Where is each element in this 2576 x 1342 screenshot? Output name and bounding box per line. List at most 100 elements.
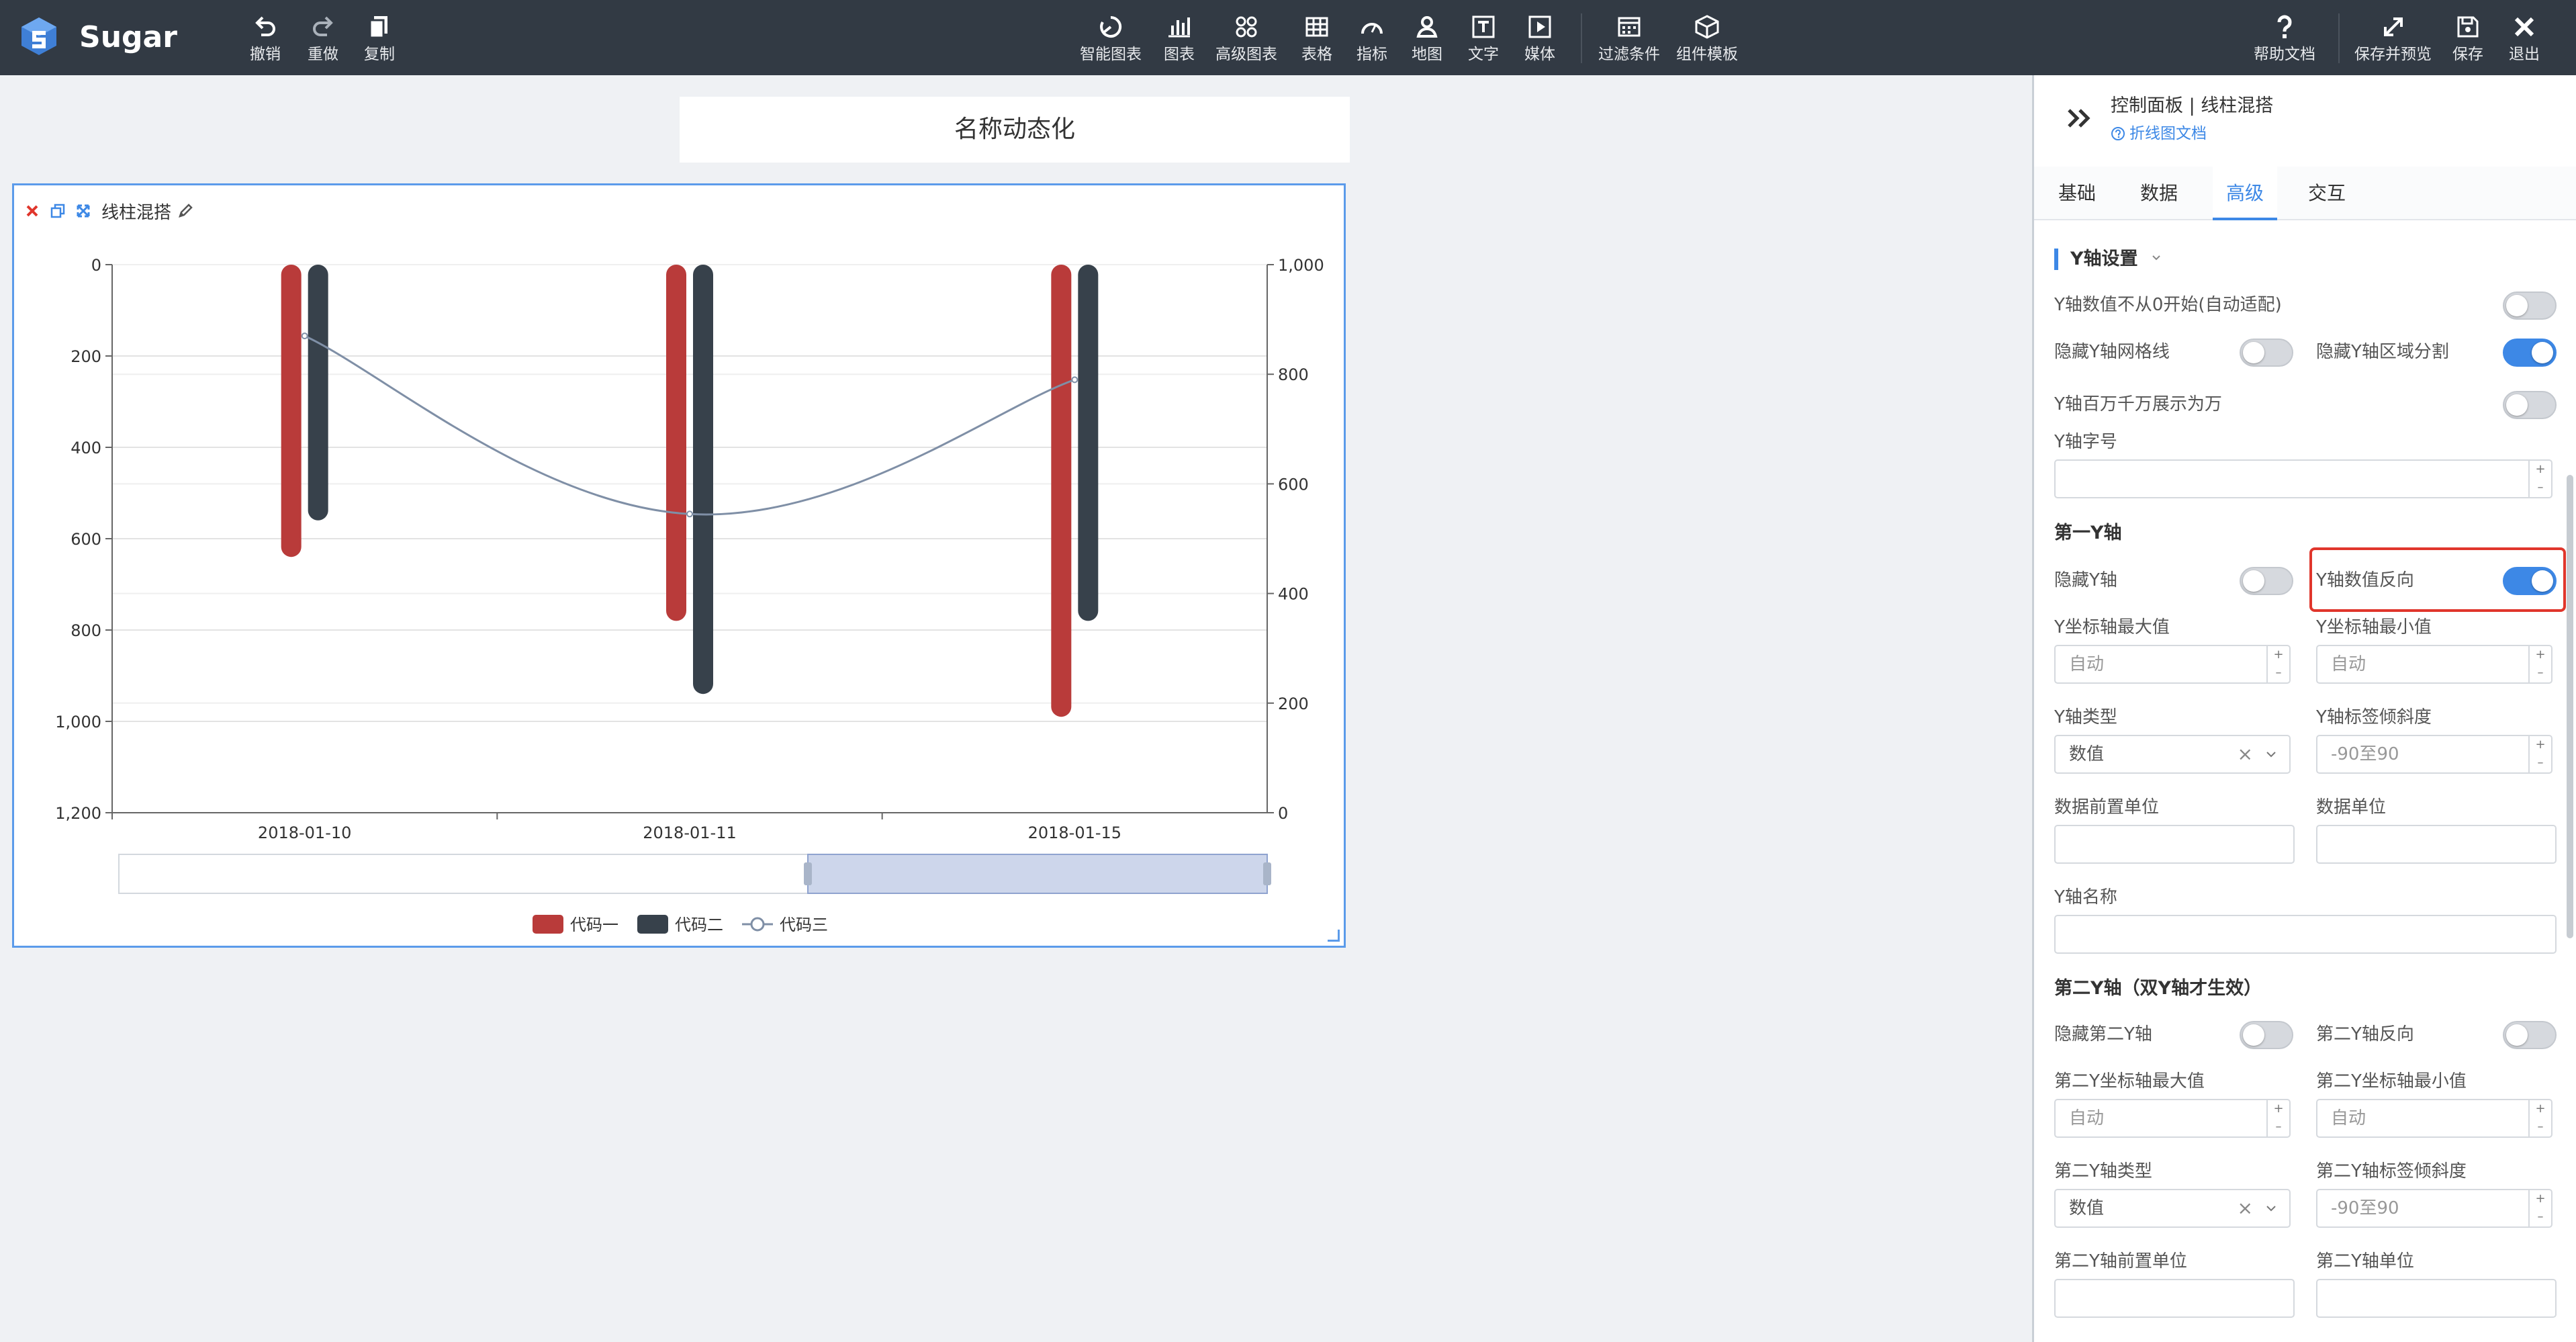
media-icon	[1528, 15, 1551, 38]
control-panel: 控制面板 | 线柱混搭 折线图文档 基础 数据 高级 交互 Y轴设置 Y轴数值不…	[2032, 75, 2576, 1342]
y2-min-input[interactable]: 自动 + –	[2316, 1099, 2552, 1138]
doc-link[interactable]: 折线图文档	[2111, 122, 2207, 145]
advanced-chart-icon	[1236, 16, 1257, 38]
y2-max-input[interactable]: 自动 + –	[2054, 1099, 2291, 1138]
y2-max-stepper[interactable]: + –	[2266, 1100, 2289, 1136]
y-left-tick-label: 400	[71, 439, 101, 457]
legend-swatch	[750, 917, 765, 932]
y2-prefix-input[interactable]	[2054, 1279, 2295, 1318]
y-font-input[interactable]: + –	[2054, 459, 2552, 498]
map-pin-icon	[1416, 16, 1438, 38]
panel-scrollbar[interactable]	[2567, 475, 2573, 938]
y-left-tick-label: 200	[71, 347, 101, 366]
hide-y-split-toggle[interactable]	[2503, 339, 2557, 367]
data-unit-input[interactable]	[2316, 825, 2557, 864]
smart-chart-button[interactable]: 智能图表	[1080, 12, 1142, 64]
y-max-input[interactable]: 自动 + –	[2054, 645, 2291, 684]
redo-button[interactable]: 重做	[308, 12, 338, 64]
y-right-tick-label: 600	[1278, 475, 1309, 494]
help-doc-button[interactable]: 帮助文档	[2254, 12, 2315, 64]
exit-button[interactable]: 退出	[2509, 12, 2540, 64]
y2-tilt-input[interactable]: -90至90 + –	[2316, 1189, 2552, 1228]
dashboard-title[interactable]: 名称动态化	[680, 97, 1350, 163]
y-name-input[interactable]	[2054, 915, 2557, 954]
y2-unit-input[interactable]	[2316, 1279, 2557, 1318]
text-button[interactable]: 文字	[1468, 12, 1499, 64]
undo-button[interactable]: 撤销	[250, 12, 281, 64]
y-right-tick-label: 0	[1278, 804, 1288, 823]
y-left-tick-label: 800	[71, 621, 101, 640]
hide-y-grid-toggle[interactable]	[2240, 339, 2293, 367]
edit-name-icon[interactable]	[175, 201, 195, 221]
y-min-input[interactable]: 自动 + –	[2316, 645, 2552, 684]
undo-icon	[255, 16, 275, 36]
table-button[interactable]: 表格	[1301, 12, 1332, 64]
tab-interaction[interactable]: 交互	[2295, 167, 2359, 220]
save-button[interactable]: 保存	[2452, 12, 2483, 64]
y-tilt-stepper[interactable]: + –	[2528, 736, 2551, 772]
y-tilt-input[interactable]: -90至90 + –	[2316, 735, 2552, 774]
bar-chart-icon	[1168, 17, 1190, 38]
y2-type-select[interactable]: 数值 ×	[2054, 1189, 2291, 1228]
y-max-stepper[interactable]: + –	[2266, 646, 2289, 682]
map-button[interactable]: 地图	[1412, 12, 1442, 64]
bar	[666, 265, 686, 621]
legend-label: 代码一	[570, 915, 618, 934]
line-series	[304, 334, 1075, 516]
resize-handle[interactable]	[1328, 930, 1340, 942]
chart-button[interactable]: 图表	[1164, 12, 1195, 64]
legend-swatch	[533, 915, 563, 934]
filter-button[interactable]: 过滤条件	[1598, 12, 1660, 64]
bar	[281, 265, 302, 557]
y-reverse-toggle[interactable]	[2503, 567, 2557, 595]
chevron-down-icon	[2266, 752, 2276, 758]
hide-y-toggle[interactable]	[2240, 567, 2293, 595]
clear-icon[interactable]: ×	[2238, 736, 2253, 772]
y2-min-label: 第二Y坐标轴最小值	[2316, 1071, 2467, 1091]
y2-min-stepper[interactable]: + –	[2528, 1100, 2551, 1136]
y-left-tick-label: 600	[71, 530, 101, 549]
line-point	[686, 510, 693, 518]
expand-icon	[2383, 17, 2403, 36]
tab-basic[interactable]: 基础	[2045, 167, 2109, 220]
clear-icon[interactable]: ×	[2238, 1190, 2253, 1226]
bar	[693, 265, 713, 695]
chart-widget[interactable]: 0 200 400 600 800 1,000 1,200 0 200 400 600 800 1,00…	[12, 183, 1346, 948]
advanced-chart-button[interactable]: 高级图表	[1215, 12, 1277, 64]
y-left-tick-label: 1,200	[55, 804, 101, 823]
y-type-select[interactable]: 数值 ×	[2054, 735, 2291, 774]
redo-icon	[313, 16, 333, 36]
y-reverse-label: Y轴数值反向	[2316, 570, 2414, 590]
prefix-unit-input[interactable]	[2054, 825, 2295, 864]
filter-icon	[1618, 17, 1641, 37]
hide-y2-toggle[interactable]	[2240, 1021, 2293, 1049]
collapse-panel-icon[interactable]	[2064, 102, 2096, 134]
fullscreen-widget-icon[interactable]	[73, 201, 93, 221]
hide-y-split-label: 隐藏Y轴区域分割	[2316, 342, 2449, 362]
template-button[interactable]: 组件模板	[1676, 12, 1738, 64]
toolbar-divider	[1581, 13, 1582, 63]
y-settings-section[interactable]: Y轴设置	[2054, 246, 2163, 273]
y-wan-toggle[interactable]	[2503, 391, 2557, 419]
help-circle-icon	[2111, 127, 2125, 140]
y-type-label: Y轴类型	[2054, 707, 2117, 727]
tab-advanced[interactable]: 高级	[2213, 167, 2278, 220]
data-unit-label: 数据单位	[2316, 797, 2387, 817]
chevron-down-icon	[2152, 255, 2160, 261]
delete-widget-icon[interactable]	[22, 201, 42, 221]
y-min-label: Y坐标轴最小值	[2316, 617, 2432, 637]
y-right-tick-label: 400	[1278, 585, 1309, 604]
y-font-stepper[interactable]: + –	[2528, 461, 2551, 497]
save-preview-button[interactable]: 保存并预览	[2354, 12, 2432, 64]
y-min-stepper[interactable]: + –	[2528, 646, 2551, 682]
y-not-zero-toggle[interactable]	[2503, 292, 2557, 320]
y2-unit-label: 第二Y轴单位	[2316, 1251, 2414, 1271]
media-button[interactable]: 媒体	[1524, 12, 1555, 64]
copy-button[interactable]: 复制	[364, 12, 395, 64]
tab-data[interactable]: 数据	[2127, 167, 2191, 220]
indicator-button[interactable]: 指标	[1356, 12, 1387, 64]
duplicate-widget-icon[interactable]	[48, 201, 68, 221]
y2-reverse-toggle[interactable]	[2503, 1021, 2557, 1049]
y2-tilt-stepper[interactable]: + –	[2528, 1190, 2551, 1226]
bar	[1051, 265, 1072, 717]
